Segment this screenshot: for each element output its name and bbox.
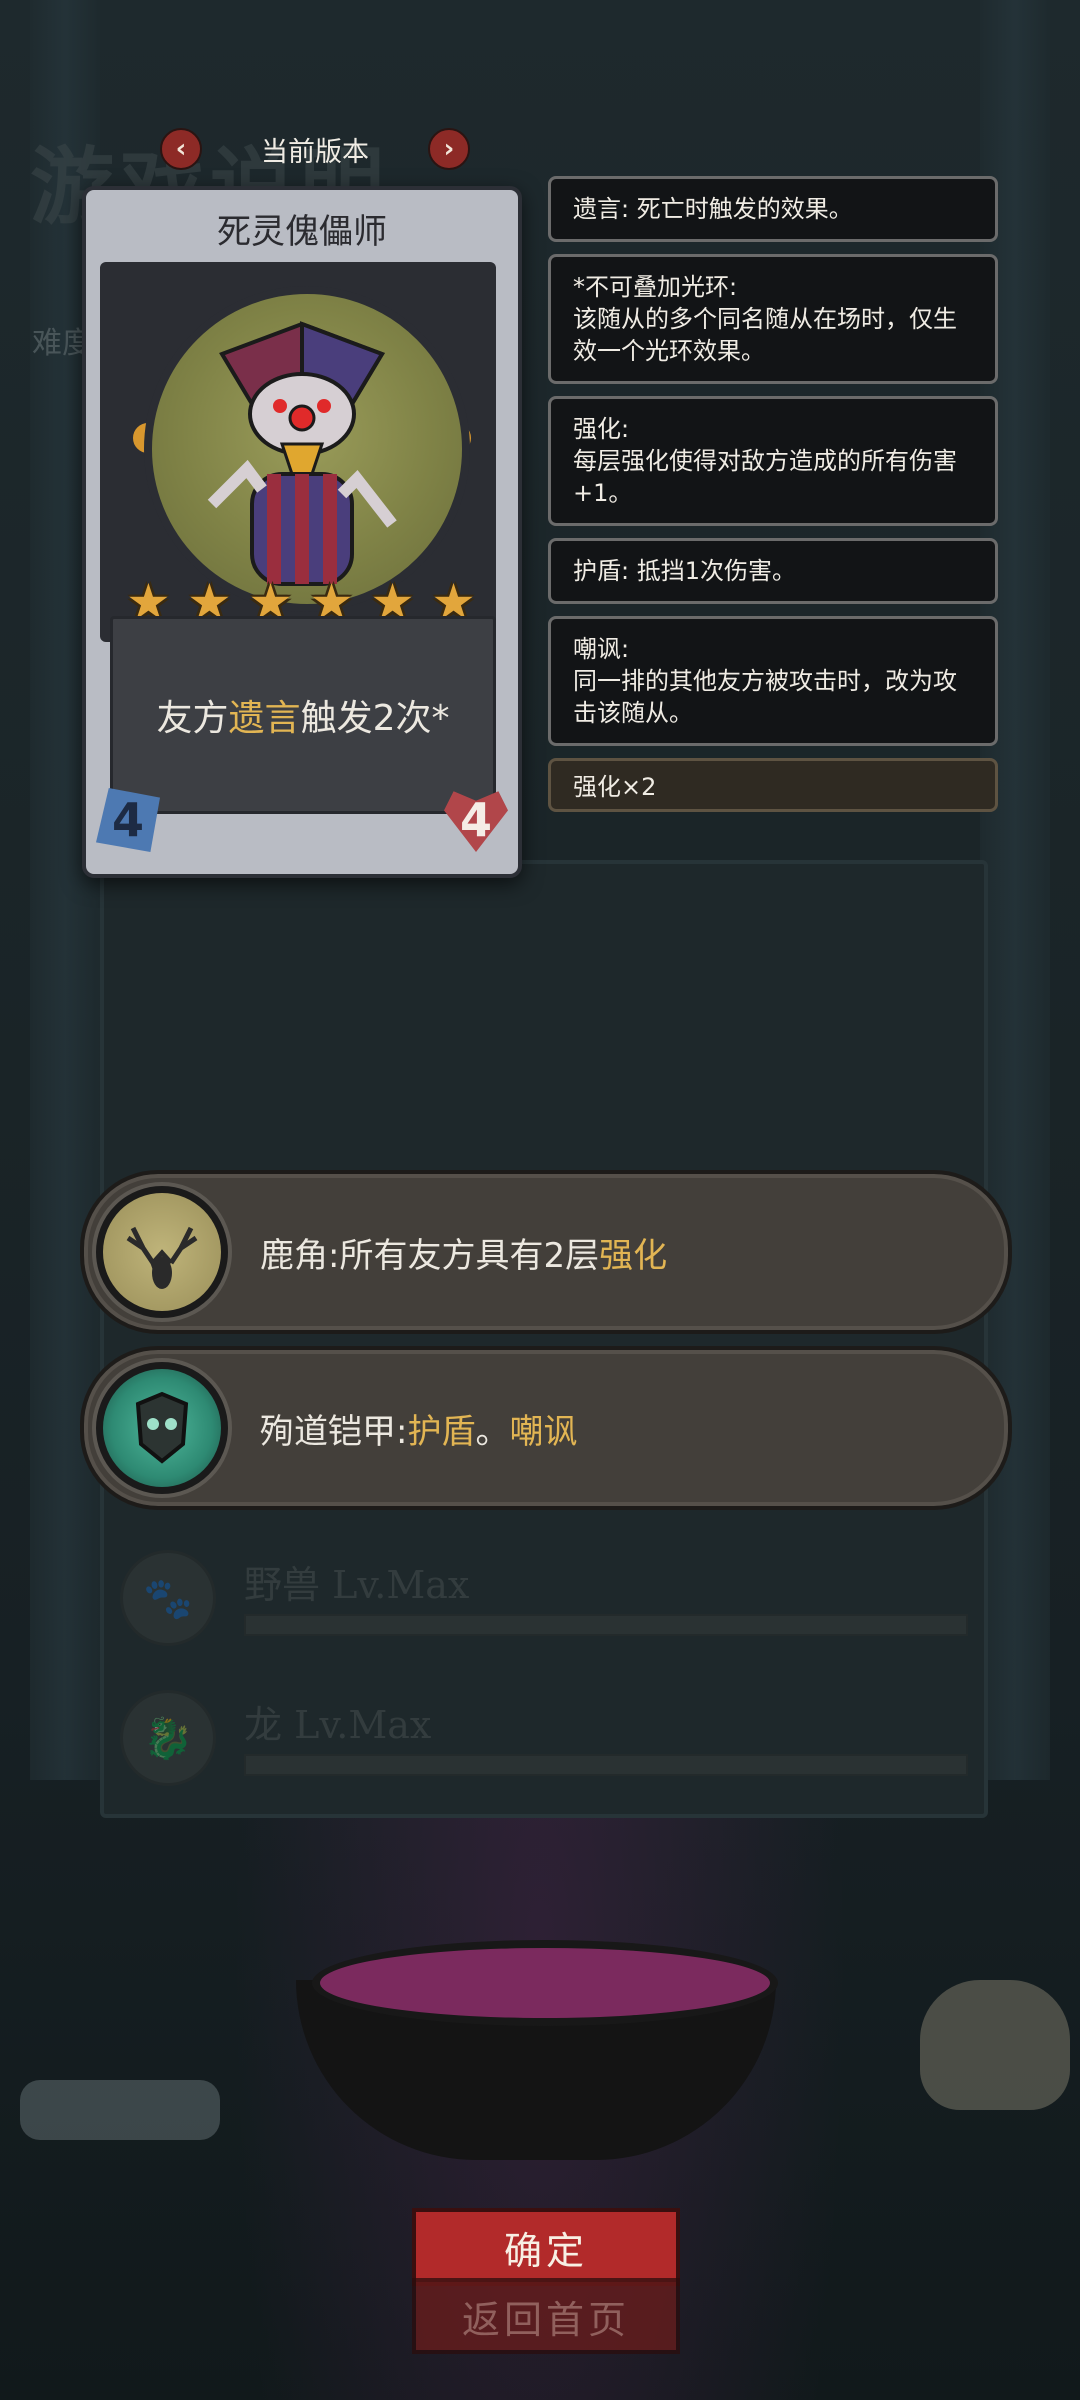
tooltip-body: 每层强化使得对敌方造成的所有伤害+1。 (573, 447, 957, 507)
desc-keyword: 遗言 (228, 698, 301, 739)
skull-decoration (920, 1980, 1070, 2110)
confirm-button[interactable]: 确定 (412, 2208, 680, 2286)
dragon-icon: 🐉 (120, 1690, 216, 1786)
tooltip-title: 嘲讽: (573, 635, 630, 663)
level-progress-bar (244, 1754, 968, 1776)
relic-keyword-taunt: 嘲讽 (509, 1411, 578, 1452)
relic-text: 鹿角:所有友方具有2层 强化 (260, 1174, 667, 1330)
tooltip-empower-stack: 强化×2 (548, 758, 998, 812)
relic-separator: 。 (475, 1411, 510, 1452)
version-bar: ‹ 当前版本 › (160, 128, 470, 170)
tooltip-title: 遗言: 死亡时触发的效果。 (573, 195, 853, 223)
tooltip-taunt: 嘲讽: 同一排的其他友方被攻击时，改为攻击该随从。 (548, 616, 998, 746)
cauldron-rim (312, 1940, 778, 2026)
level-name: 野兽 Lv.Max (244, 1563, 470, 1607)
level-row-beast: 🐾 野兽 Lv.Max (120, 1550, 970, 1646)
desc-suffix: 触发2次* (300, 698, 450, 739)
chevron-left-icon[interactable]: ‹ (160, 128, 202, 170)
relic-text: 殉道铠甲: 护盾。嘲讽 (260, 1350, 577, 1506)
level-row-dragon: 🐉 龙 Lv.Max (120, 1690, 970, 1786)
candles-decoration (20, 2080, 220, 2140)
tooltip-title: 强化×2 (573, 773, 657, 801)
clown-portrait-icon (144, 286, 470, 612)
attack-value: 4 (96, 788, 160, 852)
level-name: 龙 Lv.Max (244, 1703, 432, 1747)
relic-keyword: 强化 (599, 1235, 668, 1276)
relic-banner-deer-antler[interactable]: 鹿角:所有友方具有2层 强化 (80, 1170, 1012, 1334)
tooltip-non-stacking-aura: *不可叠加光环: 该随从的多个同名随从在场时，仅生效一个光环效果。 (548, 254, 998, 384)
tooltip-body: 该随从的多个同名随从在场时，仅生效一个光环效果。 (573, 305, 957, 365)
tooltip-title: 强化: (573, 415, 630, 443)
tooltip-empower: 强化: 每层强化使得对敌方造成的所有伤害+1。 (548, 396, 998, 526)
level-progress-bar (244, 1614, 968, 1636)
relic-prefix: 殉道铠甲: (260, 1411, 408, 1452)
keyword-tooltips: 遗言: 死亡时触发的效果。 *不可叠加光环: 该随从的多个同名随从在场时，仅生效… (548, 176, 998, 824)
tooltip-title: *不可叠加光环: (573, 273, 738, 301)
card-name: 死灵傀儡师 (217, 212, 387, 252)
tooltip-shield: 护盾: 抵挡1次伤害。 (548, 538, 998, 604)
version-label: 当前版本 (261, 136, 369, 168)
desc-prefix: 友方 (156, 698, 229, 739)
tooltip-deathrattle: 遗言: 死亡时触发的效果。 (548, 176, 998, 242)
deer-antler-icon (92, 1182, 232, 1322)
martyr-armor-icon (92, 1358, 232, 1498)
relic-keyword-shield: 护盾 (407, 1411, 476, 1452)
relic-prefix: 鹿角:所有友方具有2层 (260, 1235, 600, 1276)
card-description: 友方 遗言 触发2次* (110, 616, 496, 814)
beast-icon: 🐾 (120, 1550, 216, 1646)
minion-card[interactable]: 死灵傀儡师 ★ ★ ★ ★ ★ ★ 友方 遗言 触发2次* 4 4 (82, 186, 522, 878)
return-home-button[interactable]: 返回首页 (412, 2278, 680, 2354)
relic-banner-martyr-armor[interactable]: 殉道铠甲: 护盾。嘲讽 (80, 1346, 1012, 1510)
background-panel (100, 860, 988, 1818)
tooltip-body: 同一排的其他友方被攻击时，改为攻击该随从。 (573, 667, 957, 727)
chevron-right-icon[interactable]: › (428, 128, 470, 170)
tooltip-title: 护盾: 抵挡1次伤害。 (573, 557, 796, 585)
